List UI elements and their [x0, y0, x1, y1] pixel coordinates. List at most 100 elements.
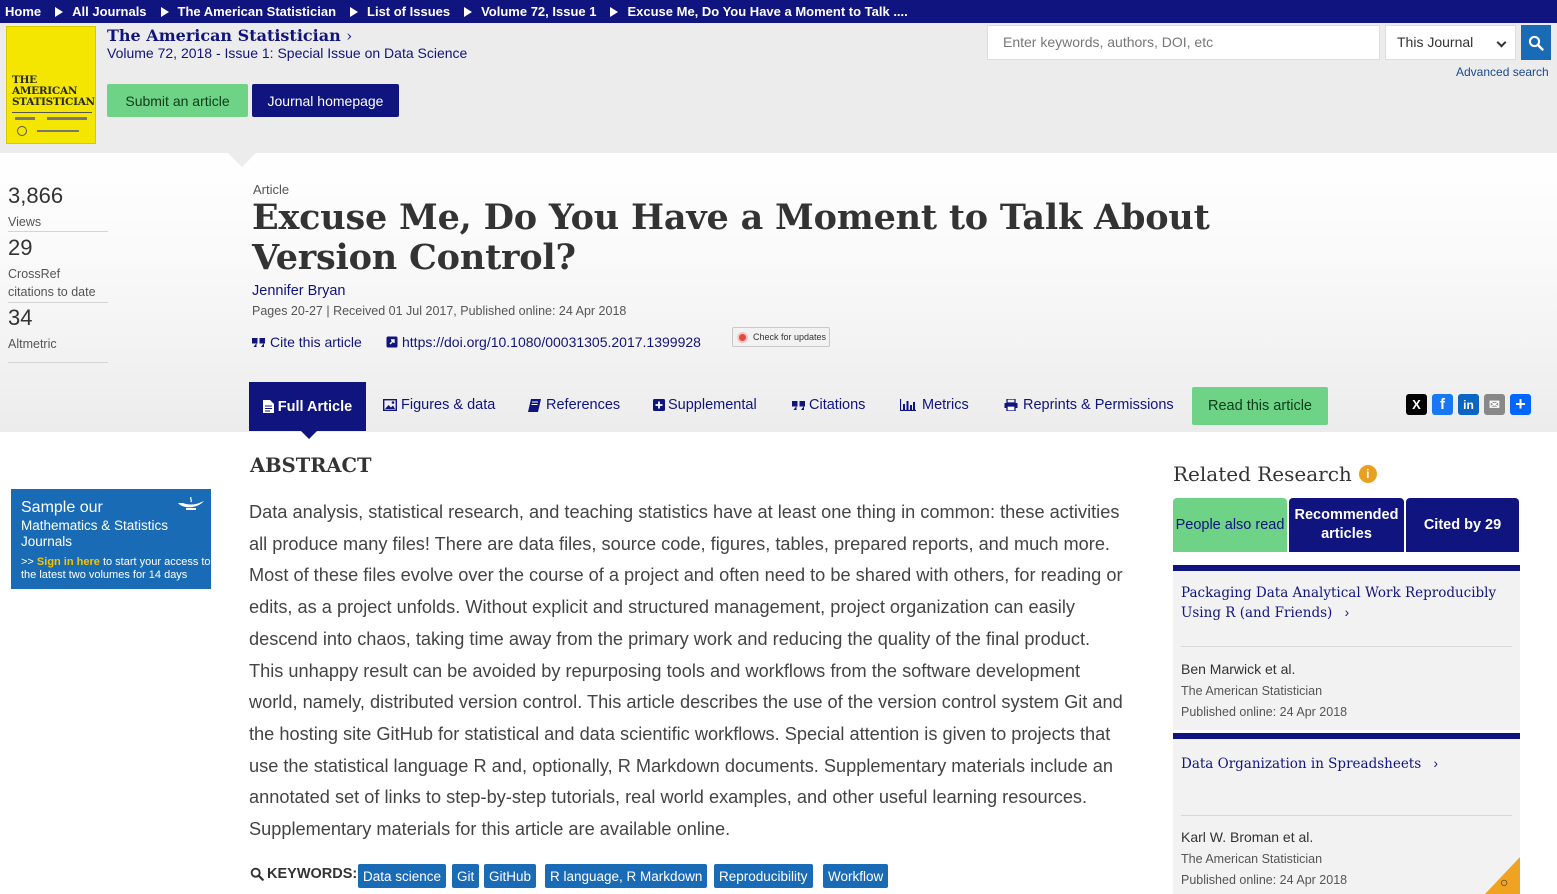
tab-recommended-articles[interactable]: Recommended articles: [1289, 498, 1404, 552]
author-link[interactable]: Jennifer Bryan: [252, 283, 346, 299]
tab-full-article-label: Full Article: [277, 398, 353, 415]
metric-divider: [8, 362, 108, 363]
tab-references-label: References: [546, 397, 621, 413]
related-article-card[interactable]: Data Organization in Spreadsheets › Karl…: [1173, 733, 1520, 894]
active-tab-pointer: [301, 431, 317, 439]
journal-header: THE AMERICAN STATISTICIAN The American S…: [0, 23, 1557, 153]
tab-figures-label: Figures & data: [401, 397, 496, 413]
promo-arrow: >>: [21, 556, 34, 568]
read-article-button[interactable]: Read this article: [1192, 387, 1328, 425]
breadcrumb: Home All Journals The American Statistic…: [0, 0, 1557, 23]
tab-supplemental-label: Supplemental: [668, 397, 757, 413]
related-article-card[interactable]: Packaging Data Analytical Work Reproduci…: [1173, 565, 1520, 730]
external-link-icon: [386, 336, 398, 348]
document-icon: [262, 400, 274, 413]
facebook-share-icon[interactable]: f: [1432, 394, 1453, 415]
related-article-authors: Ben Marwick et al.: [1181, 661, 1296, 677]
abstract-heading: ABSTRACT: [250, 454, 372, 477]
header-pointer: [228, 153, 256, 167]
advanced-search-link[interactable]: Advanced search: [1456, 65, 1549, 79]
views-label: Views: [8, 215, 42, 229]
breadcrumb-home[interactable]: Home: [5, 4, 41, 19]
tab-supplemental[interactable]: Supplemental: [653, 385, 757, 425]
article-type: Article: [253, 182, 290, 197]
submit-article-button[interactable]: Submit an article: [107, 84, 248, 117]
breadcrumb-issue[interactable]: Volume 72, Issue 1: [481, 4, 596, 19]
related-article-journal: The American Statistician: [1181, 684, 1323, 698]
journal-volume-link[interactable]: Volume 72, 2018 - Issue 1: Special Issue…: [107, 45, 467, 61]
keyword-tag[interactable]: Reproducibility: [714, 864, 813, 888]
check-for-updates-button[interactable]: Check for updates: [732, 327, 830, 347]
tab-citations[interactable]: Citations: [792, 385, 865, 425]
unlock-icon: ○: [1500, 874, 1509, 890]
breadcrumb-list-of-issues[interactable]: List of Issues: [367, 4, 450, 19]
journal-homepage-button[interactable]: Journal homepage: [252, 84, 399, 117]
tab-references[interactable]: References: [528, 385, 620, 425]
keywords-label: KEYWORDS:: [267, 866, 358, 882]
tab-full-article[interactable]: Full Article: [249, 382, 366, 439]
image-icon: [383, 399, 397, 411]
keyword-tag[interactable]: R language, R Markdown: [545, 864, 708, 888]
tab-figures-data[interactable]: Figures & data: [383, 385, 495, 425]
search-scope-select[interactable]: This Journal: [1385, 25, 1516, 60]
tab-metrics[interactable]: Metrics: [900, 385, 969, 425]
promo-line-1: Sample our: [21, 499, 103, 516]
search-scope-value: This Journal: [1397, 34, 1474, 50]
altmetric-count[interactable]: 34: [8, 305, 32, 331]
keyword-tag[interactable]: Workflow: [823, 864, 889, 888]
breadcrumb-all-journals[interactable]: All Journals: [72, 4, 146, 19]
journal-title-link[interactable]: The American Statistician ›: [107, 26, 352, 45]
sample-journals-promo[interactable]: Sample our Mathematics & Statistics Jour…: [11, 489, 211, 589]
keywords-heading: KEYWORDS:: [250, 866, 357, 882]
breadcrumb-journal[interactable]: The American Statistician: [178, 4, 336, 19]
tab-cited-by[interactable]: Cited by 29: [1406, 498, 1519, 552]
breadcrumb-arrow-icon: [464, 6, 473, 17]
chevron-right-icon: ›: [1344, 605, 1350, 620]
tab-reprints-label: Reprints & Permissions: [1023, 397, 1174, 413]
breadcrumb-arrow-icon: [160, 6, 169, 17]
book-icon: [528, 398, 541, 412]
doi-text[interactable]: https://doi.org/10.1080/00031305.2017.13…: [402, 334, 701, 350]
related-article-date: Published online: 24 Apr 2018: [1181, 873, 1348, 887]
crossref-count[interactable]: 29: [8, 235, 32, 261]
related-article-title[interactable]: Data Organization in Spreadsheets ›: [1181, 754, 1511, 774]
related-article-authors: Karl W. Broman et al.: [1181, 829, 1314, 845]
tab-reprints[interactable]: Reprints & Permissions: [1004, 385, 1174, 425]
quote-icon: [252, 338, 265, 347]
check-updates-label: Check for updates: [753, 332, 827, 342]
tab-citations-label: Citations: [809, 397, 866, 413]
lamp-icon: [178, 497, 204, 510]
doi-link[interactable]: https://doi.org/10.1080/00031305.2017.13…: [386, 334, 701, 350]
quote-icon: [792, 401, 805, 410]
crossmark-icon: [737, 331, 748, 343]
bar-chart-icon: [900, 399, 916, 411]
breadcrumb-arrow-icon: [610, 6, 619, 17]
keyword-tag[interactable]: Git: [452, 864, 480, 888]
journal-cover-image[interactable]: THE AMERICAN STATISTICIAN: [6, 26, 96, 144]
x-share-icon[interactable]: X: [1406, 394, 1427, 415]
keyword-tag[interactable]: Data science: [358, 864, 447, 888]
email-share-icon[interactable]: ✉: [1484, 394, 1505, 415]
promo-signin-link[interactable]: Sign in here: [37, 556, 100, 568]
tab-people-also-read[interactable]: People also read: [1173, 498, 1287, 552]
chevron-down-icon: [1496, 37, 1507, 48]
crossref-label-2: citations to date: [8, 285, 96, 299]
search-icon: [250, 867, 264, 881]
keyword-tag[interactable]: GitHub: [484, 864, 537, 888]
breadcrumb-arrow-icon: [350, 6, 359, 17]
info-icon[interactable]: i: [1358, 465, 1377, 483]
views-count: 3,866: [8, 183, 64, 208]
search-button[interactable]: [1521, 25, 1551, 60]
card-divider: [1181, 646, 1512, 647]
linkedin-share-icon[interactable]: in: [1458, 394, 1479, 415]
journal-title[interactable]: The American Statistician: [107, 26, 341, 45]
metric-divider: [8, 302, 108, 303]
more-share-icon[interactable]: +: [1510, 394, 1531, 415]
print-icon: [1004, 399, 1018, 411]
crossref-label: CrossRef: [8, 267, 61, 281]
related-article-title[interactable]: Packaging Data Analytical Work Reproduci…: [1181, 583, 1511, 623]
cite-label[interactable]: Cite this article: [270, 334, 362, 350]
search-input[interactable]: Enter keywords, authors, DOI, etc: [987, 25, 1380, 60]
article-title: Excuse Me, Do You Have a Moment to Talk …: [252, 197, 1210, 278]
cite-article-link[interactable]: Cite this article: [252, 334, 362, 350]
